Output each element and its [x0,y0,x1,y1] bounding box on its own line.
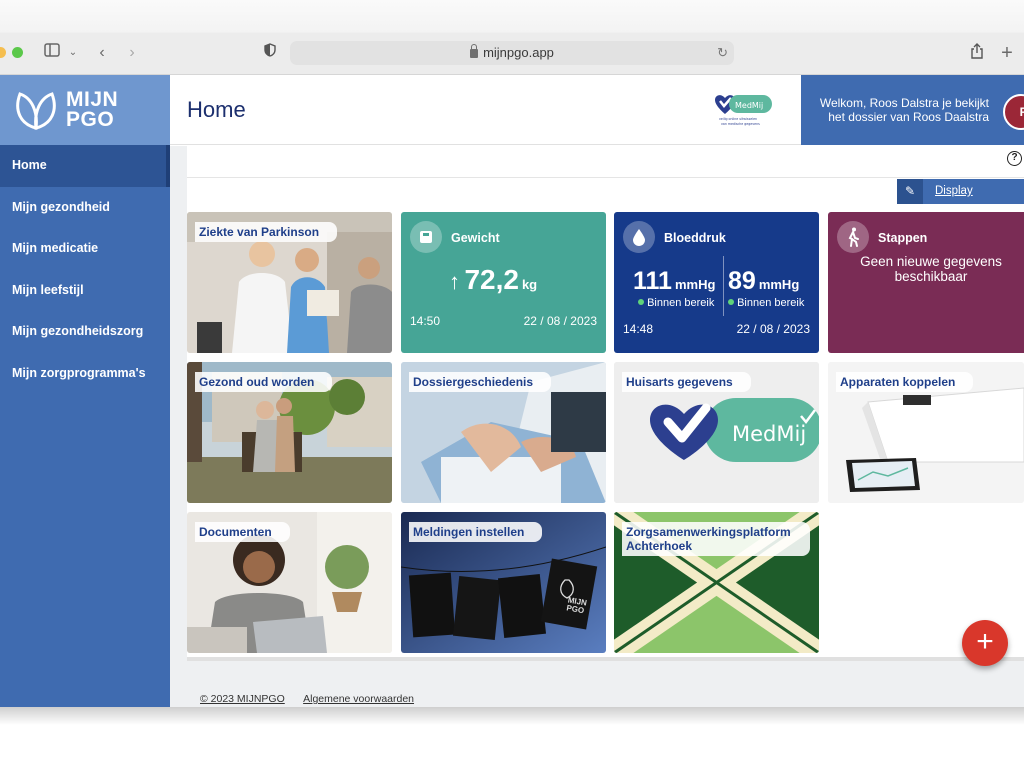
systolic-value: 111 mmHg [633,267,716,295]
scale-icon [410,221,442,253]
welcome-line-1: Welkom, Roos Dalstra je bekijkt [819,96,989,110]
tile-title: Gewicht [451,231,500,245]
divider [187,177,1024,178]
sidebar-item-mijn-medicatie[interactable]: Mijn medicatie [0,228,170,270]
mijnpgo-card-logo: MIJN PGO [565,595,588,616]
desktop-background [0,707,1024,768]
drop-icon [623,221,655,253]
tile-stappen[interactable]: Stappen Geen nieuwe gegevens beschikbaar [828,212,1024,353]
back-icon[interactable]: ‹ [94,43,110,63]
tile-zorgsamenwerkingsplatform[interactable]: Zorgsamenwerkingsplatform Achterhoek [614,512,819,653]
svg-text:van medische gegevens: van medische gegevens [721,122,760,126]
arrow-up-icon: ↑ [449,269,460,294]
browser-chrome: ⌄ ‹ › mijnpgo.app ↻ + [0,0,1024,75]
chevron-down-icon[interactable]: ⌄ [66,43,80,63]
panel-bottom-border [187,657,1024,661]
tile-label: Meldingen instellen [409,522,543,542]
tile-label: Gezond oud worden [195,372,333,392]
welcome-banner: Welkom, Roos Dalstra je bekijkt het doss… [801,75,1024,145]
reload-icon[interactable]: ↻ [717,41,728,65]
sidebar-item-home[interactable]: Home [0,145,170,187]
leaf-logo-icon [16,92,56,130]
tile-apparaten-koppelen[interactable]: Apparaten koppelen [828,362,1024,503]
footer: © 2023 MIJNPGO Algemene voorwaarden [200,693,430,705]
medmij-word: MedMij [732,422,807,446]
sidebar-item-mijn-gezondheid[interactable]: Mijn gezondheid [0,187,170,229]
address-bar[interactable]: mijnpgo.app ↻ [290,41,734,65]
tile-label: Zorgsamenwerkingsplatform Achterhoek [622,522,810,556]
weight-date: 22 / 08 / 2023 [523,314,597,328]
tile-bloeddruk[interactable]: Bloeddruk 111 mmHg 89 mmHg Binnen bereik B… [614,212,819,353]
tile-label: Documenten [195,522,290,542]
tile-label: Apparaten koppelen [836,372,974,392]
walking-icon [837,221,869,253]
tile-title: Bloeddruk [664,231,726,245]
share-icon[interactable] [968,43,986,63]
steps-message: Geen nieuwe gegevens beschikbaar [860,254,1002,284]
weight-value: ↑ 72,2 kg [449,264,538,295]
tile-gezond-oud-worden[interactable]: Gezond oud worden [187,362,392,503]
divider [723,256,724,316]
help-icon[interactable]: ? [1007,151,1022,166]
tile-meldingen-instellen[interactable]: MIJN PGO Meldingen instellen [401,512,606,653]
bp-time: 14:48 [623,322,654,336]
copyright-link[interactable]: © 2023 MIJNPGO [200,693,285,705]
terms-link[interactable]: Algemene voorwaarden [303,693,414,705]
page-header: Home MedMij veilig online uitwisselen va… [170,75,1024,145]
sidebar-item-mijn-gezondheidszorg[interactable]: Mijn gezondheidszorg [0,311,170,353]
tile-huisarts-gegevens[interactable]: MedMij Huisarts gegevens [614,362,819,503]
svg-text:MedMij: MedMij [735,101,763,110]
dashboard-panel: ? ✎ Display bewerken Ziekte van Parkinso… [187,146,1024,661]
url-text: mijnpgo.app [483,45,554,60]
shield-icon[interactable] [262,43,278,63]
status-dot-icon [638,299,644,305]
weight-time: 14:50 [410,314,441,328]
tile-gewicht[interactable]: Gewicht ↑ 72,2 kg 14:50 22 / 08 / 2023 [401,212,606,353]
forward-icon[interactable]: › [124,43,140,63]
status-dot-icon [728,299,734,305]
systolic-status: Binnen bereik [638,297,714,309]
tile-label: Ziekte van Parkinson [195,222,338,242]
svg-text:veilig online uitwisselen: veilig online uitwisselen [719,117,757,121]
tile-label: Huisarts gegevens [622,372,751,392]
welcome-line-2: het dossier van Roos Daalstra [828,110,989,124]
sidebar-item-mijn-leefstijl[interactable]: Mijn leefstijl [0,270,170,312]
logo-text: MIJN PGO [66,88,119,131]
maximize-window-button[interactable] [12,47,23,58]
diastolic-value: 89 mmHg [728,267,800,295]
mijnpgo-logo[interactable]: MIJN PGO [0,75,170,145]
tile-title: Stappen [878,231,928,245]
minimize-window-button[interactable] [0,47,6,58]
pencil-icon: ✎ [897,179,923,204]
lock-icon [470,44,479,58]
display-bewerken-button[interactable]: ✎ Display bewerken [897,179,1024,222]
bp-date: 22 / 08 / 2023 [736,322,810,336]
sidebar-item-mijn-zorgprogrammas[interactable]: Mijn zorgprogramma's [0,353,170,395]
medmij-header-logo: MedMij veilig online uitwisselen van med… [715,95,772,126]
new-tab-icon[interactable]: + [998,43,1016,63]
sidebar-toggle-icon[interactable] [43,43,61,63]
tile-dossiergeschiedenis[interactable]: Dossiergeschiedenis [401,362,606,503]
diastolic-status: Binnen bereik [728,297,804,309]
add-button[interactable]: + [962,620,1008,666]
avatar[interactable]: RD [1003,94,1024,130]
page-title: Home [187,97,246,122]
main-content: ? ✎ Display bewerken Ziekte van Parkinso… [170,146,1024,707]
tile-documenten[interactable]: Documenten [187,512,392,653]
tile-ziekte-van-parkinson[interactable]: Ziekte van Parkinson [187,212,392,353]
sidebar: MIJN PGO Home Mijn gezondheid Mijn medic… [0,75,170,707]
tile-label: Dossiergeschiedenis [409,372,552,392]
